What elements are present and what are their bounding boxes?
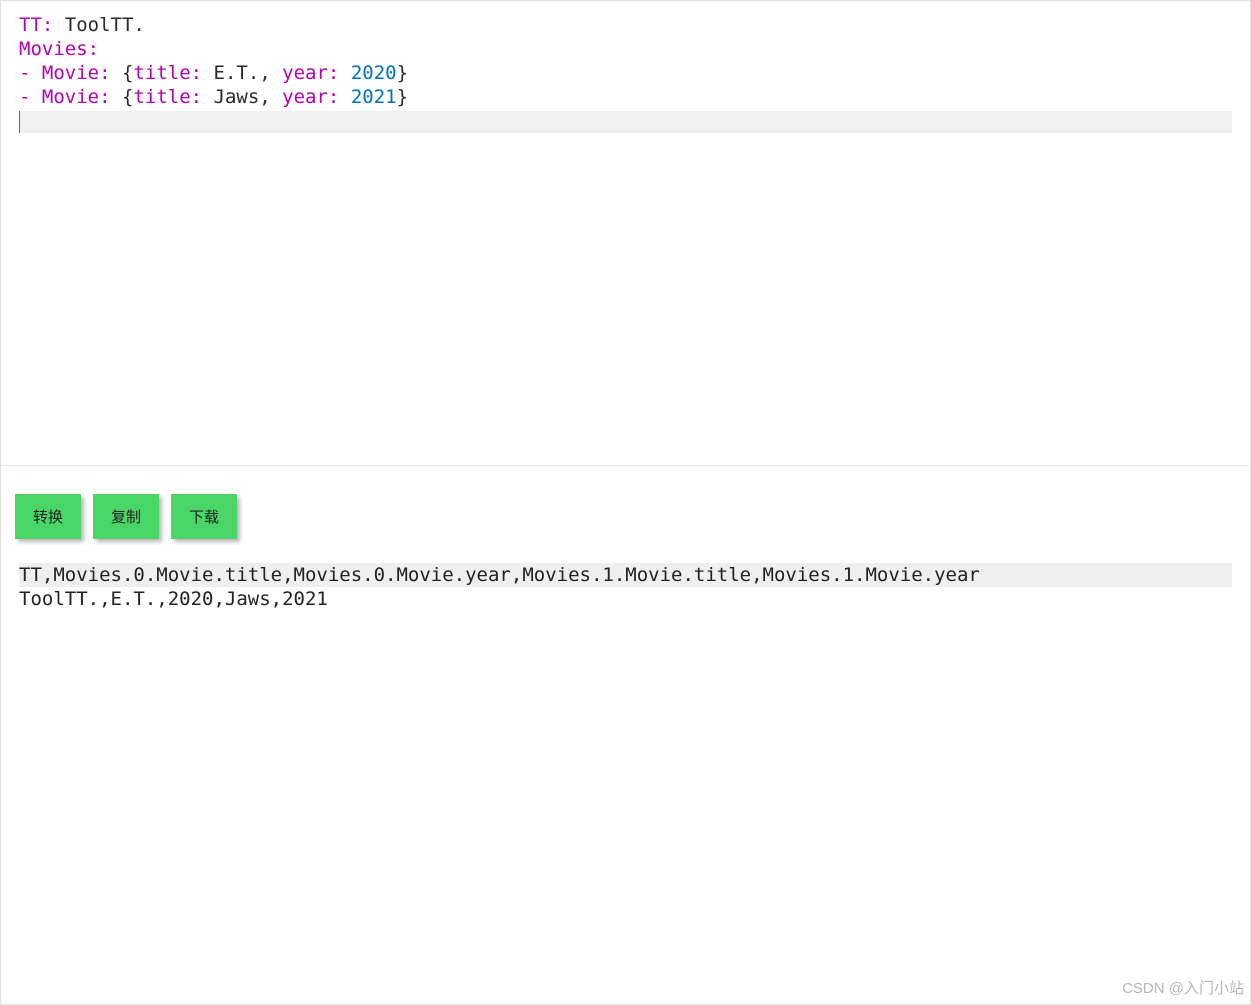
code-token bbox=[339, 62, 350, 84]
code-token: TT: bbox=[19, 14, 53, 36]
download-button[interactable]: 下载 bbox=[171, 494, 237, 539]
code-token: } bbox=[397, 86, 408, 108]
code-token bbox=[339, 86, 350, 108]
convert-button[interactable]: 转换 bbox=[15, 494, 81, 539]
code-token: title: bbox=[133, 62, 202, 84]
code-token: Movie: bbox=[42, 86, 111, 108]
code-token: year: bbox=[282, 62, 339, 84]
code-token: 2020 bbox=[351, 62, 397, 84]
code-token: } bbox=[397, 62, 408, 84]
code-token: Movies: bbox=[19, 38, 99, 60]
code-line: - Movie: {title: E.T., year: 2020} bbox=[19, 61, 1232, 85]
toolbar: 转换 复制 下载 bbox=[1, 466, 1250, 559]
code-token: - bbox=[19, 62, 42, 84]
copy-button[interactable]: 复制 bbox=[93, 494, 159, 539]
yaml-editor[interactable]: TT: ToolTT.Movies:- Movie: {title: E.T.,… bbox=[1, 1, 1250, 466]
code-area[interactable]: TT: ToolTT.Movies:- Movie: {title: E.T.,… bbox=[19, 13, 1232, 109]
output-area[interactable]: TT,Movies.0.Movie.title,Movies.0.Movie.y… bbox=[1, 559, 1250, 615]
code-token: E.T., bbox=[202, 62, 282, 84]
code-token bbox=[111, 86, 122, 108]
editor-cursor-line bbox=[19, 111, 1232, 133]
output-header-row: TT,Movies.0.Movie.title,Movies.0.Movie.y… bbox=[19, 563, 1232, 587]
output-data-row: ToolTT.,E.T.,2020,Jaws,2021 bbox=[19, 587, 1232, 611]
code-token: title: bbox=[133, 86, 202, 108]
code-token: - bbox=[19, 86, 42, 108]
code-token bbox=[111, 62, 122, 84]
code-line: TT: ToolTT. bbox=[19, 13, 1232, 37]
watermark: CSDN @入门小站 bbox=[1122, 977, 1244, 998]
code-token: Jaws, bbox=[202, 86, 282, 108]
code-line: Movies: bbox=[19, 37, 1232, 61]
code-token: { bbox=[122, 62, 133, 84]
code-token: Movie: bbox=[42, 62, 111, 84]
code-token: ToolTT. bbox=[53, 14, 145, 36]
code-line: - Movie: {title: Jaws, year: 2021} bbox=[19, 85, 1232, 109]
code-token: year: bbox=[282, 86, 339, 108]
code-token: { bbox=[122, 86, 133, 108]
code-token: 2021 bbox=[351, 86, 397, 108]
